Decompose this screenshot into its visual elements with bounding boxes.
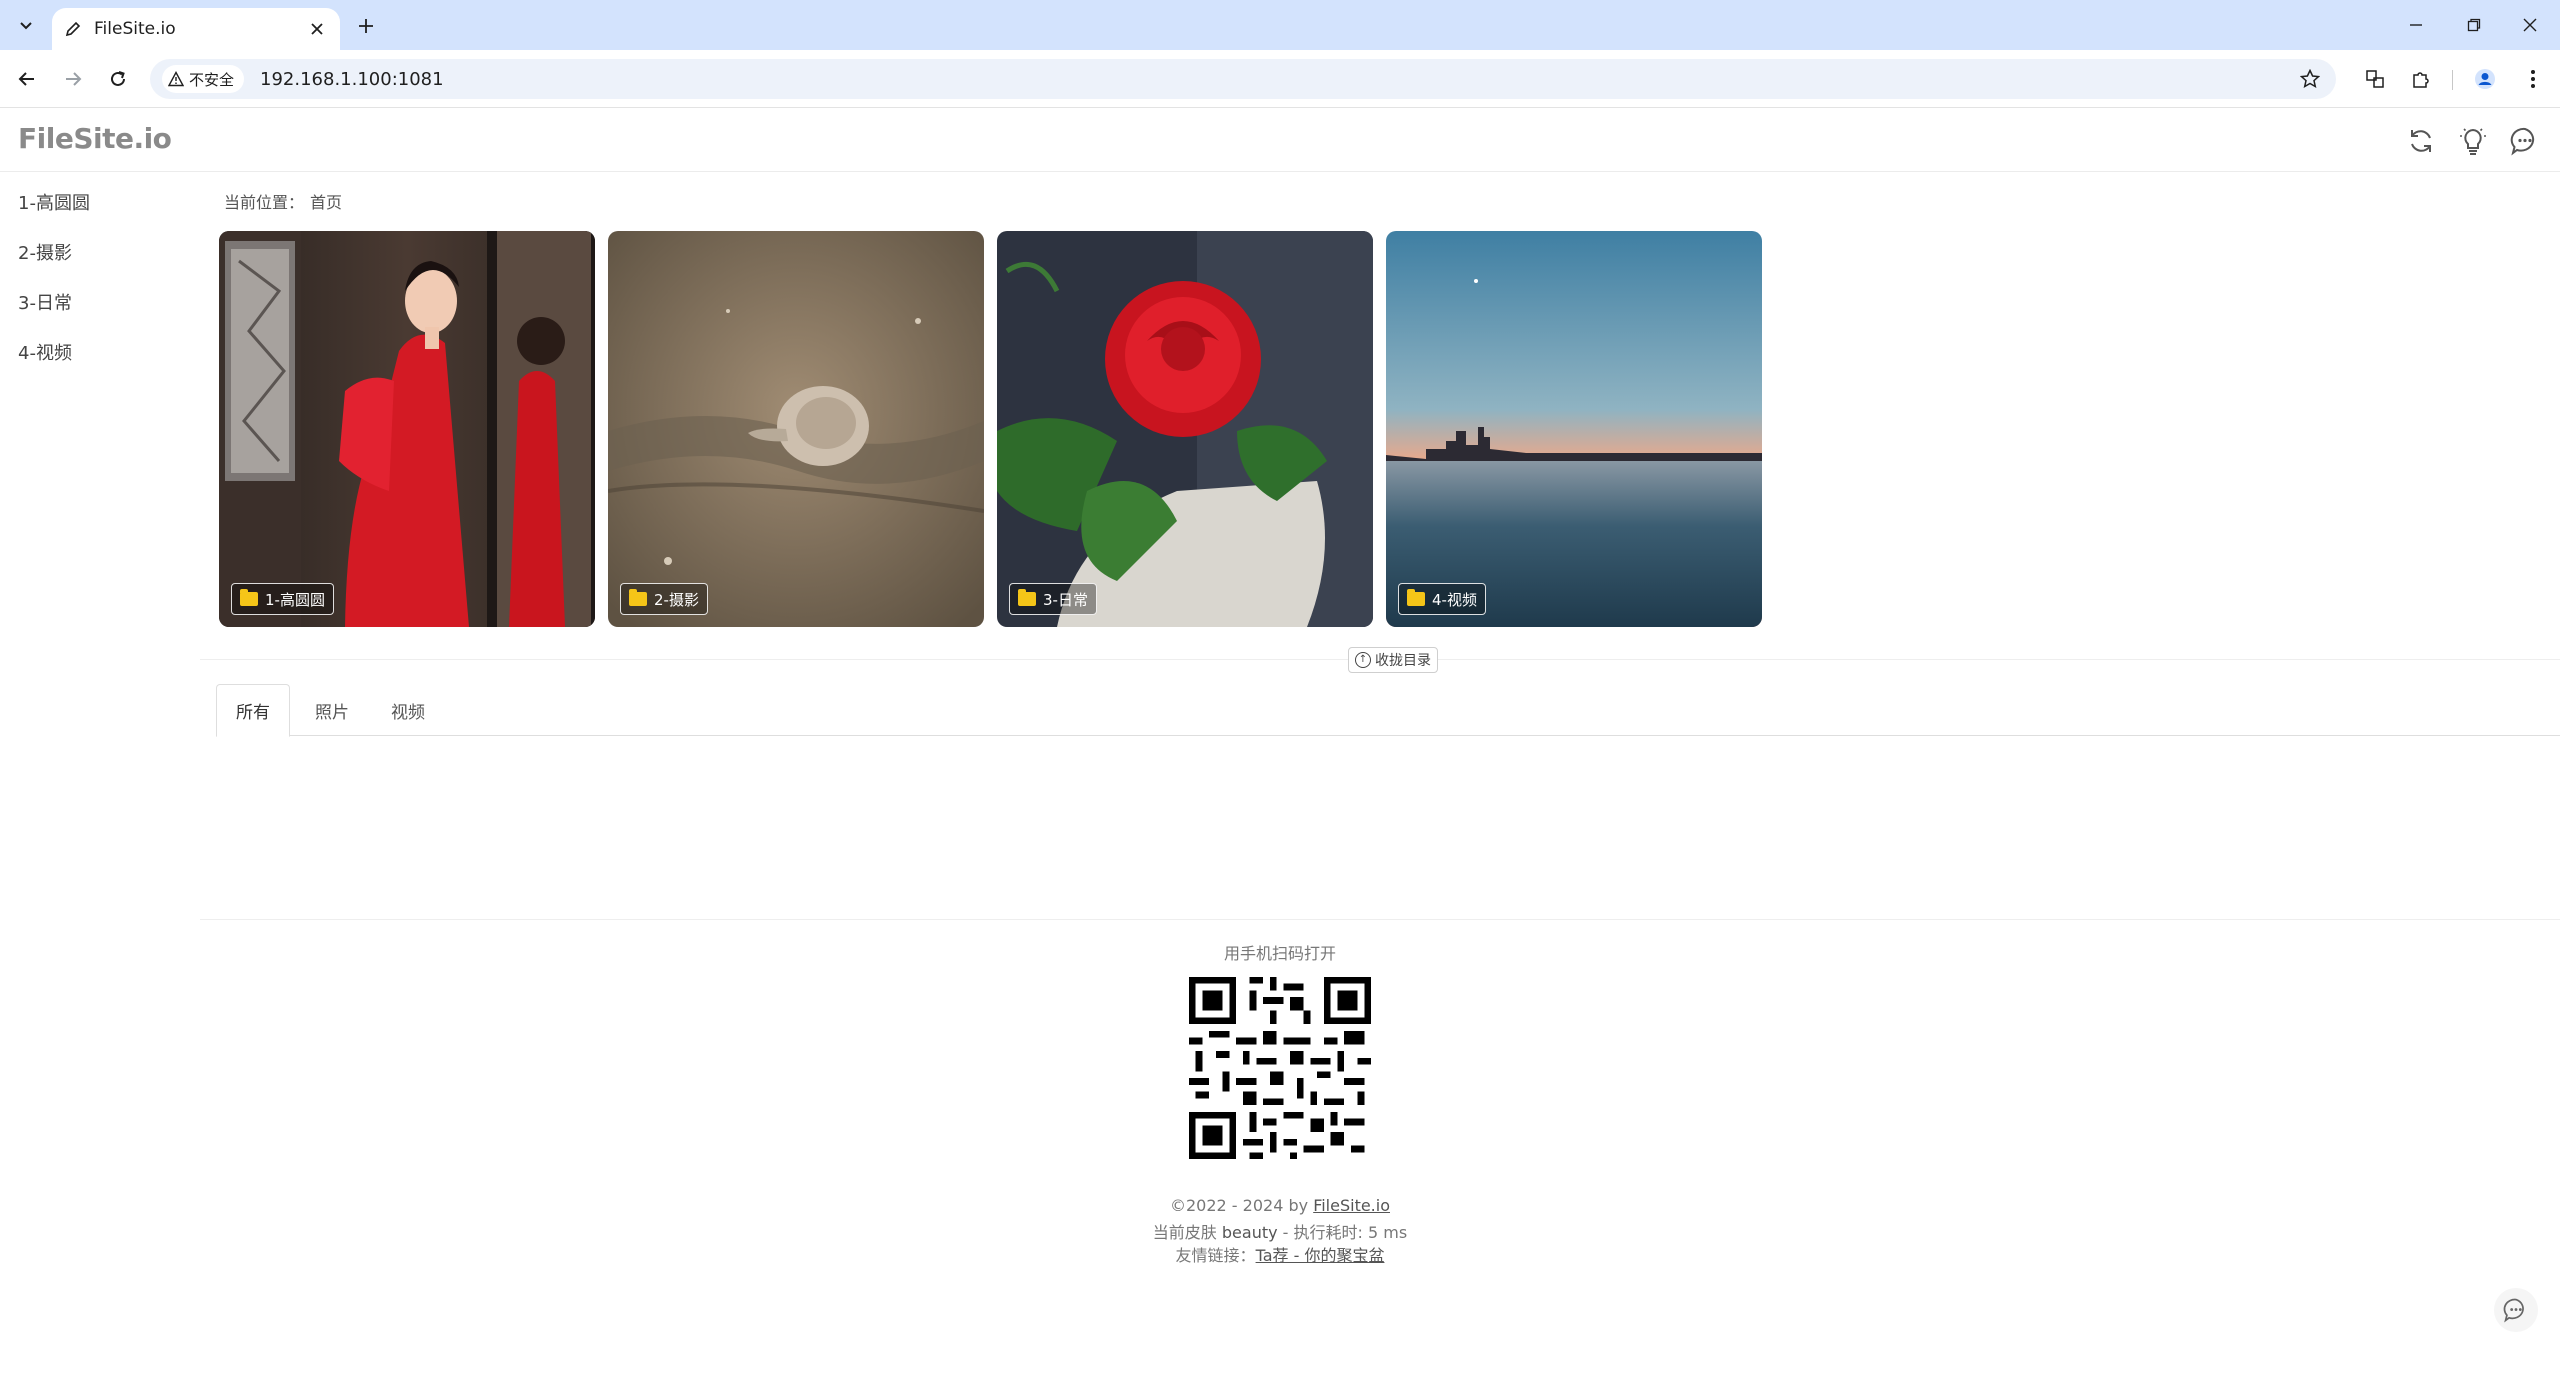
folder-icon: [240, 589, 258, 606]
tab-title: FileSite.io: [94, 19, 176, 39]
star-icon: [2300, 69, 2320, 88]
security-indicator[interactable]: 不安全: [162, 65, 245, 93]
new-tab-button[interactable]: [352, 12, 380, 40]
floating-chat-button[interactable]: [2494, 1288, 2538, 1332]
toolbar-separator: [2452, 70, 2453, 90]
folder-name: 4-视频: [1432, 590, 1477, 609]
skin-line: 当前皮肤 beauty - 执行耗时: 5 ms: [0, 1219, 2560, 1243]
minimize-icon: [2410, 24, 2422, 26]
folder-icon: [1018, 589, 1036, 606]
plus-icon: [359, 19, 373, 33]
folder-label: 4-视频: [1398, 583, 1486, 615]
reload-icon: [111, 71, 125, 86]
extensions-button[interactable]: [2406, 64, 2436, 94]
arrow-left-icon: [18, 72, 34, 86]
lightbulb-icon: [2460, 128, 2486, 155]
close-icon: [311, 23, 323, 35]
tab-search-button[interactable]: [12, 12, 40, 40]
folder-card-2[interactable]: 2-摄影: [608, 231, 984, 627]
copyright-prefix: ©2022 - 2024 by: [1170, 1196, 1314, 1215]
profile-button[interactable]: [2470, 64, 2500, 94]
folder-label: 3-日常: [1009, 583, 1097, 615]
folder-icon: [629, 589, 647, 606]
skin-name: beauty: [1221, 1223, 1278, 1242]
qr-code: [1182, 970, 1378, 1166]
more-vertical-icon: [2531, 70, 2535, 88]
folder-card-3[interactable]: 3-日常: [997, 231, 1373, 627]
collapse-directory-button[interactable]: ↑ 收拢目录: [1348, 647, 1438, 673]
chat-bubble-icon: [2503, 1298, 2524, 1323]
minimize-button[interactable]: [2396, 10, 2436, 40]
bookmark-button[interactable]: [2296, 65, 2324, 93]
browser-tab[interactable]: FileSite.io: [52, 8, 340, 50]
folder-thumbnail: [219, 231, 595, 627]
folder-name: 2-摄影: [654, 590, 699, 609]
close-window-button[interactable]: [2510, 10, 2550, 40]
folder-thumbnail: [1386, 231, 1762, 627]
folder-name: 3-日常: [1043, 590, 1088, 609]
copyright-line: ©2022 - 2024 by FileSite.io: [0, 1196, 2560, 1215]
translate-button[interactable]: [2360, 64, 2390, 94]
security-label: 不安全: [189, 70, 235, 89]
skin-suffix: - 执行耗时: 5 ms: [1277, 1223, 1408, 1242]
browser-menu-button[interactable]: [2518, 64, 2548, 94]
footer-divider: [200, 919, 2560, 920]
tab-videos[interactable]: 视频: [372, 684, 444, 736]
sidebar-item-1[interactable]: 1-高圆圆: [18, 189, 90, 215]
qr-caption: 用手机扫码打开: [1223, 944, 1336, 963]
skin-prefix: 当前皮肤: [1152, 1223, 1222, 1242]
breadcrumb: 当前位置： 首页: [224, 189, 342, 213]
tab-photos[interactable]: 照片: [296, 684, 368, 736]
tab-all[interactable]: 所有: [216, 684, 290, 737]
url-text[interactable]: 192.168.1.100:1081: [260, 69, 2296, 90]
friend-link[interactable]: Ta荐 - 你的聚宝盆: [1256, 1246, 1385, 1265]
chevron-down-icon: [20, 22, 32, 30]
restore-icon: [2467, 18, 2481, 32]
folder-thumbnail: [997, 231, 1373, 627]
site-logo[interactable]: FileSite.io: [18, 122, 172, 155]
friend-links-line: 友情链接：Ta荐 - 你的聚宝盆: [0, 1242, 2560, 1266]
content-tabs: 所有 照片 视频: [216, 684, 2560, 737]
warning-icon: [168, 71, 184, 87]
collapse-label: 收拢目录: [1375, 653, 1431, 669]
refresh-button[interactable]: [2404, 124, 2438, 158]
browser-toolbar: 不安全 192.168.1.100:1081: [0, 50, 2560, 108]
close-icon: [2523, 18, 2537, 32]
breadcrumb-prefix: 当前位置：: [224, 193, 305, 212]
folder-card-4[interactable]: 4-视频: [1386, 231, 1762, 627]
reload-button[interactable]: [103, 64, 133, 94]
restore-button[interactable]: [2454, 10, 2494, 40]
filesite-link[interactable]: FileSite.io: [1313, 1196, 1390, 1215]
arrow-right-icon: [66, 72, 82, 86]
folder-card-1[interactable]: 1-高圆圆: [219, 231, 595, 627]
breadcrumb-home-link[interactable]: 首页: [310, 193, 342, 212]
folder-label: 1-高圆圆: [231, 583, 334, 615]
back-button[interactable]: [12, 64, 42, 94]
sidebar-item-4[interactable]: 4-视频: [18, 339, 72, 365]
site-header: FileSite.io: [0, 108, 2560, 172]
browser-tab-bar: FileSite.io: [0, 0, 2560, 50]
profile-icon: [2475, 69, 2495, 89]
theme-button[interactable]: [2456, 124, 2490, 158]
translate-icon: [2366, 70, 2384, 88]
address-bar[interactable]: 不安全 192.168.1.100:1081: [150, 59, 2336, 99]
forward-button[interactable]: [58, 64, 88, 94]
folder-name: 1-高圆圆: [265, 590, 325, 609]
chat-bubble-icon: [2510, 127, 2535, 156]
tab-close-button[interactable]: [306, 18, 328, 40]
pencil-icon: [65, 21, 81, 37]
links-prefix: 友情链接：: [1175, 1246, 1256, 1265]
folder-icon: [1407, 589, 1425, 606]
arrow-up-icon: ↑: [1355, 652, 1371, 668]
refresh-icon: [2411, 130, 2431, 152]
sidebar-item-3[interactable]: 3-日常: [18, 289, 72, 315]
sidebar-item-2[interactable]: 2-摄影: [18, 239, 72, 265]
folder-thumbnail: [608, 231, 984, 627]
puzzle-icon: [2413, 72, 2429, 88]
folder-label: 2-摄影: [620, 583, 708, 615]
comments-button[interactable]: [2508, 124, 2542, 158]
